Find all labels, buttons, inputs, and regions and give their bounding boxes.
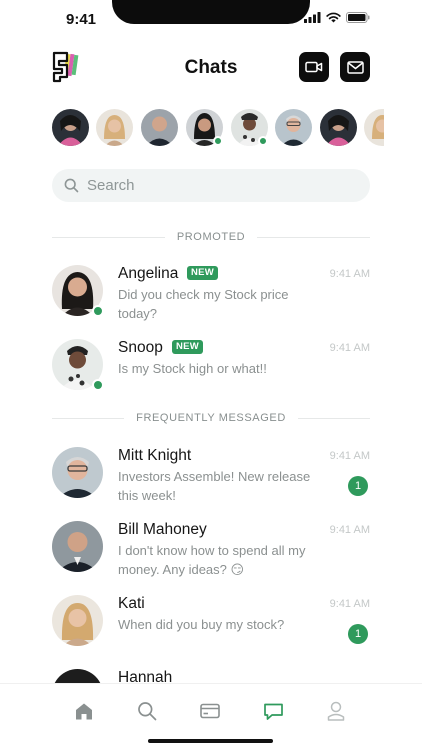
chat-row-kati[interactable]: Kati 9:41 AM When did you buy my stock? … (52, 595, 370, 663)
message-time: 9:41 AM (329, 524, 370, 536)
story-avatar[interactable] (320, 109, 357, 146)
story-online-dot (213, 136, 223, 146)
message-preview: Investors Assemble! New release this wee… (118, 469, 311, 503)
message-preview: I don't know how to spend all my money. … (118, 543, 306, 577)
status-time: 9:41 (66, 11, 97, 28)
online-indicator (92, 305, 104, 317)
compose-message-button[interactable] (340, 52, 370, 82)
nav-wallet[interactable] (199, 700, 221, 722)
frequent-section-header: FREQUENTLY MESSAGED (52, 410, 370, 426)
chat-row-angelina[interactable]: Angelina NEW 9:41 AM Did you check my St… (52, 265, 370, 333)
nav-search[interactable] (136, 700, 158, 722)
avatar (52, 521, 103, 572)
message-time: 9:41 AM (329, 342, 370, 354)
header: Chats (0, 48, 422, 88)
video-call-button[interactable] (299, 52, 329, 82)
chat-row-bill-mahoney[interactable]: Bill Mahoney 9:41 AM I don't know how to… (52, 521, 370, 589)
contact-name: Angelina (118, 265, 179, 282)
message-preview: When did you buy my stock? (118, 617, 285, 632)
avatar (52, 447, 103, 498)
promoted-section-header: PROMOTED (52, 229, 371, 245)
divider (257, 236, 371, 238)
nav-chats[interactable] (262, 700, 284, 722)
contact-name: Bill Mahoney (118, 521, 207, 538)
status-icons (304, 12, 370, 23)
nav-home[interactable] (73, 700, 95, 722)
battery-icon (346, 12, 370, 23)
divider (52, 236, 165, 238)
chat-icon (263, 703, 283, 720)
stories-row (52, 109, 384, 147)
home-icon (76, 703, 92, 719)
chat-row-mitt-knight[interactable]: Mitt Knight 9:41 AM Investors Assemble! … (52, 447, 370, 515)
unread-count-badge: 1 (348, 624, 368, 644)
section-label: PROMOTED (176, 231, 246, 243)
story-avatar[interactable] (96, 109, 133, 146)
nav-profile[interactable] (325, 700, 347, 722)
status-bar: 9:41 (0, 0, 422, 40)
signal-icon (304, 12, 321, 23)
search-icon (64, 178, 79, 193)
wallet-icon (200, 703, 220, 719)
search-input[interactable] (87, 177, 347, 194)
online-indicator (92, 379, 104, 391)
avatar (52, 265, 104, 317)
message-time: 9:41 AM (329, 268, 370, 280)
divider (297, 417, 370, 419)
new-badge: NEW (187, 266, 219, 280)
story-avatar[interactable] (364, 109, 384, 146)
avatar (52, 339, 104, 391)
envelope-icon (346, 60, 364, 74)
video-camera-icon (305, 61, 323, 73)
home-indicator (148, 739, 273, 743)
contact-name: Mitt Knight (118, 447, 192, 464)
divider (52, 417, 125, 419)
search-icon (138, 702, 157, 721)
story-avatar[interactable] (275, 109, 312, 146)
wifi-icon (326, 12, 341, 23)
section-label: FREQUENTLY MESSAGED (136, 412, 286, 424)
story-online-dot (258, 136, 268, 146)
contact-name: Kati (118, 595, 145, 612)
message-preview: Did you check my Stock price today? (118, 287, 289, 321)
message-time: 9:41 AM (329, 450, 370, 462)
contact-name: Snoop (118, 339, 163, 356)
story-avatar[interactable] (52, 109, 89, 146)
unread-count-badge: 1 (348, 476, 368, 496)
story-avatar[interactable] (141, 109, 178, 146)
device-notch (112, 0, 310, 24)
avatar (52, 595, 103, 646)
chat-row-snoop[interactable]: Snoop NEW 9:41 AM Is my Stock high or wh… (52, 339, 370, 407)
search-bar[interactable] (52, 169, 370, 202)
message-preview: Is my Stock high or what!! (118, 361, 267, 376)
profile-icon (327, 701, 345, 721)
new-badge: NEW (172, 340, 204, 354)
message-time: 9:41 AM (329, 598, 370, 610)
